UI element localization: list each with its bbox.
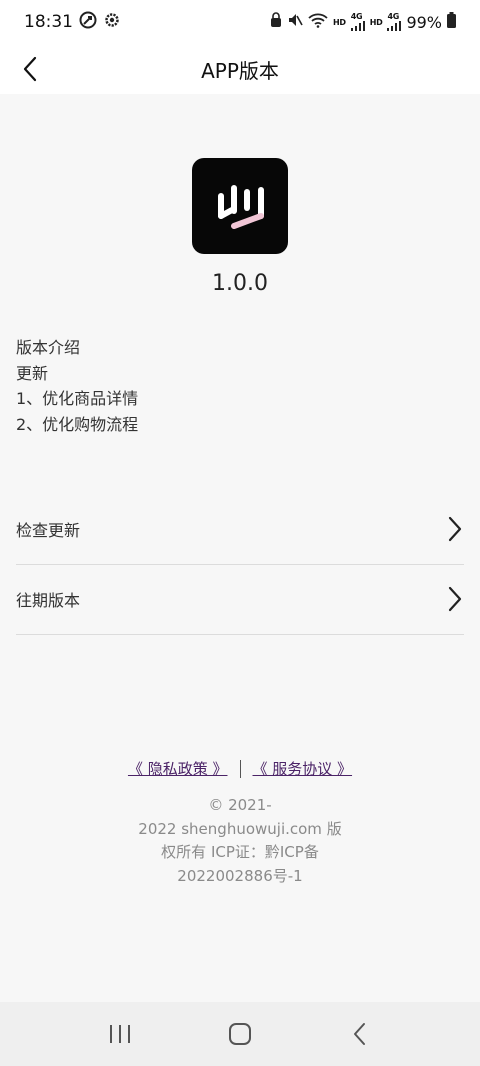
network-tag-1: 4G (350, 12, 363, 21)
status-bar: 18:31 HD 4G HD 4G 99% (0, 0, 480, 44)
privacy-policy-link[interactable]: 《 隐私政策 》 (128, 758, 228, 779)
home-button[interactable] (220, 1014, 260, 1054)
back-button[interactable] (14, 52, 46, 86)
network-tag-2: 4G (387, 12, 399, 21)
navigation-notification-icon (79, 11, 97, 34)
app-version: 1.0.0 (212, 271, 268, 296)
copyright-line: 2022 shenghuowuji.com 版 (138, 819, 342, 838)
signal-strength-icon-2: 4G (387, 12, 402, 31)
alarm-lock-icon (270, 12, 282, 32)
status-time: 18:31 (24, 12, 73, 32)
back-arrow-icon (354, 1023, 365, 1045)
mute-icon (287, 12, 303, 32)
nav-bar: APP版本 (0, 44, 480, 94)
version-intro: 版本介绍 更新 1、优化商品详情 2、优化购物流程 (16, 335, 138, 437)
chevron-left-icon (23, 56, 37, 82)
home-icon (229, 1023, 251, 1045)
past-versions-label: 往期版本 (16, 591, 81, 610)
page-title: APP版本 (201, 58, 279, 83)
link-divider (239, 759, 241, 778)
intro-line: 2、优化购物流程 (16, 414, 139, 434)
status-right: HD 4G HD 4G 99% (270, 12, 456, 32)
signal-strength-icon-1: 4G (350, 12, 365, 31)
system-back-button[interactable] (340, 1014, 380, 1054)
copyright: © 2021- 2022 shenghuowuji.com 版 权所有 ICP证… (0, 794, 480, 888)
copyright-line: © 2021- (208, 796, 272, 814)
settings-gear-icon (103, 11, 121, 34)
intro-line: 1、优化商品详情 (16, 389, 139, 408)
recent-apps-button[interactable] (100, 1014, 140, 1054)
hd-label-1: HD (332, 17, 346, 27)
past-versions-row[interactable]: 往期版本 (16, 564, 464, 635)
intro-heading: 版本介绍 (16, 338, 81, 357)
hd-label-2: HD (369, 17, 383, 27)
wifi-icon (308, 12, 328, 32)
chevron-right-icon (448, 516, 462, 542)
recent-apps-icon (110, 1025, 130, 1043)
intro-line: 更新 (16, 363, 49, 383)
status-left: 18:31 (24, 11, 121, 34)
chevron-right-icon (448, 586, 462, 612)
battery-percent: 99% (406, 12, 442, 32)
battery-icon (447, 12, 456, 32)
copyright-line: 权所有 ICP证：黔ICP备 (161, 843, 319, 861)
service-agreement-link[interactable]: 《 服务协议 》 (253, 758, 353, 779)
app-logo (192, 158, 288, 254)
copyright-line: 2022002886号-1 (177, 866, 303, 885)
policy-links: 《 隐私政策 》 《 服务协议 》 (0, 758, 480, 779)
check-update-row[interactable]: 检查更新 (16, 494, 464, 565)
system-nav-bar (0, 1002, 480, 1066)
check-update-label: 检查更新 (16, 521, 81, 540)
